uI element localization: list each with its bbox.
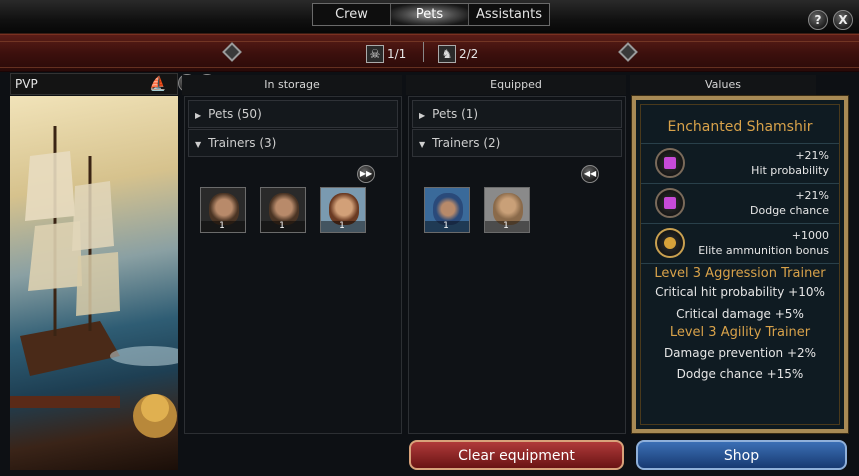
trainer-card[interactable]: 1: [320, 187, 366, 233]
trainer-effect: Critical damage +5%: [676, 307, 804, 321]
bonus-row: +1000 Elite ammunition bonus: [641, 223, 839, 263]
trainer-effect: Damage prevention +2%: [663, 346, 817, 360]
bonus-row: +21% Hit probability: [641, 143, 839, 183]
trainer-effect: Dodge chance +15%: [676, 367, 804, 381]
forward-icon[interactable]: ▶▶: [357, 165, 375, 183]
count-label: 1: [201, 221, 245, 232]
rewind-icon[interactable]: ◀◀: [581, 165, 599, 183]
tab-pets[interactable]: Pets: [391, 4, 469, 25]
bonus-label: Dodge chance: [750, 204, 829, 217]
trainer-title: Level 3 Agility Trainer: [669, 325, 811, 340]
gem-core: [664, 157, 676, 169]
column-header-values: Values: [630, 75, 816, 95]
trainer-card[interactable]: 1: [200, 187, 246, 233]
pvp-title: PVP: [15, 77, 38, 91]
count-label: 1: [321, 221, 365, 232]
ship-icon[interactable]: ⛵: [149, 76, 166, 92]
trainer-card[interactable]: 1: [484, 187, 530, 233]
bonus-value: +1000: [791, 229, 829, 242]
tab-crew[interactable]: Crew: [313, 4, 391, 25]
expanded-icon: ▼: [419, 140, 426, 149]
count-label: 1: [261, 221, 305, 232]
shop-button[interactable]: Shop: [636, 440, 847, 470]
close-button[interactable]: X: [833, 10, 853, 30]
diamond-ornament-left: [222, 42, 242, 62]
ammo-icon: [655, 228, 685, 258]
purple-gem-icon: [655, 148, 685, 178]
bonus-label: Elite ammunition bonus: [698, 244, 829, 257]
bonus-value: +21%: [795, 149, 829, 162]
purple-gem-icon: [655, 188, 685, 218]
band-separator: [423, 42, 424, 62]
tree-row-label: Pets (1): [432, 107, 479, 121]
help-button[interactable]: ?: [808, 10, 828, 30]
bonus-value: +21%: [795, 189, 829, 202]
band-divider: [0, 41, 859, 42]
counter-value: 2/2: [459, 47, 479, 61]
band-divider: [0, 67, 859, 68]
tree-row-label: Pets (50): [208, 107, 262, 121]
collapsed-icon: ▶: [419, 111, 426, 120]
collapsed-icon: ▶: [195, 111, 202, 120]
tree-row-pets[interactable]: ▶ Pets (50): [188, 100, 398, 128]
column-header-storage: In storage: [182, 75, 402, 95]
pet-icon: ♞: [438, 45, 456, 63]
bonus-label: Hit probability: [751, 164, 829, 177]
ammo-core: [664, 237, 676, 249]
values-inner: Enchanted Shamshir +21% Hit probability …: [640, 104, 840, 425]
tree-row-trainers[interactable]: ▼ Trainers (2): [412, 129, 622, 157]
skull-icon: ☠: [366, 45, 384, 63]
counter-skull: ☠ 1/1: [366, 44, 406, 64]
diamond-ornament-right: [618, 42, 638, 62]
tree-row-pets[interactable]: ▶ Pets (1): [412, 100, 622, 128]
bonus-row: +21% Dodge chance: [641, 183, 839, 223]
gem-core: [664, 197, 676, 209]
tab-assistants[interactable]: Assistants: [469, 4, 549, 25]
header-band: ☠ 1/1 ♞ 2/2: [0, 34, 859, 72]
trainer-title: Level 3 Aggression Trainer: [641, 263, 839, 281]
pvp-bar: PVP ⛵: [10, 73, 178, 95]
trainer-card[interactable]: 1: [260, 187, 306, 233]
tree-row-label: Trainers (3): [208, 136, 277, 150]
count-label: 1: [425, 221, 469, 232]
storage-pane: ▶ Pets (50) ▼ Trainers (3) ▶▶ 1 1 1: [184, 96, 402, 434]
ship-artwork: [10, 96, 178, 470]
tree-row-trainers[interactable]: ▼ Trainers (3): [188, 129, 398, 157]
clear-equipment-button[interactable]: Clear equipment: [409, 440, 624, 470]
expanded-icon: ▼: [195, 140, 202, 149]
count-label: 1: [485, 221, 529, 232]
counter-pets: ♞ 2/2: [438, 44, 478, 64]
trainer-effect: Critical hit probability +10%: [655, 285, 825, 299]
ship-illustration: [10, 126, 178, 438]
item-title: Enchanted Shamshir: [667, 119, 813, 135]
tree-row-label: Trainers (2): [432, 136, 501, 150]
top-bar: Crew Pets Assistants ? X: [0, 0, 859, 34]
tab-bar: Crew Pets Assistants: [312, 3, 550, 26]
equipped-pane: ▶ Pets (1) ▼ Trainers (2) ◀◀ 1 1: [408, 96, 626, 434]
values-panel: Enchanted Shamshir +21% Hit probability …: [631, 95, 849, 434]
trainer-card[interactable]: 1: [424, 187, 470, 233]
column-header-equipped: Equipped: [406, 75, 626, 95]
counter-value: 1/1: [387, 47, 407, 61]
